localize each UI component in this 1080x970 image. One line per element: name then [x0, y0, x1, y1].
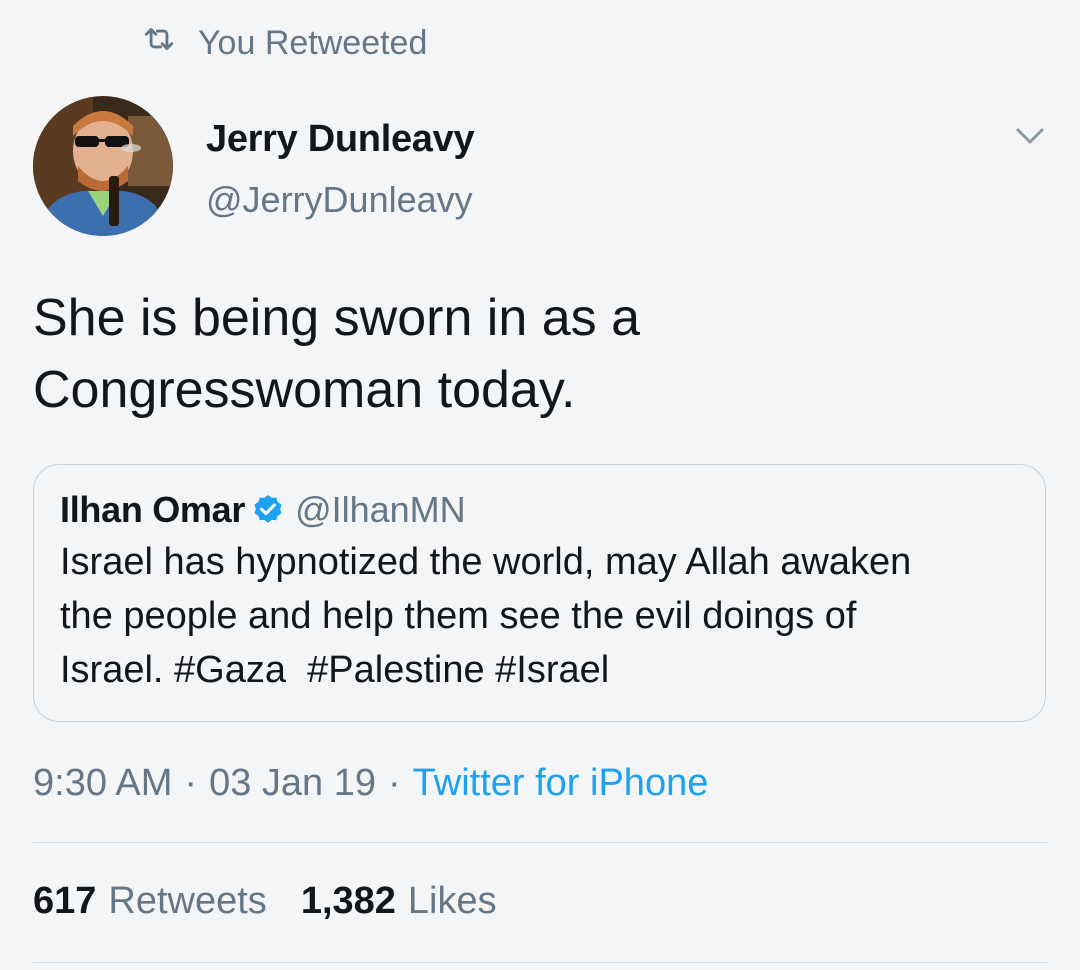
tweet-text: She is being sworn in as a Congresswoman… [33, 282, 1043, 426]
author-block[interactable]: Jerry Dunleavy @JerryDunleavy [206, 118, 475, 221]
avatar[interactable] [33, 96, 173, 236]
divider [33, 962, 1047, 963]
quoted-tweet-text: Israel has hypnotized the world, may All… [60, 535, 1019, 697]
tweet-text-line: She is being sworn in as a [33, 289, 641, 347]
divider [33, 842, 1047, 843]
hashtag-link[interactable]: #Israel [495, 649, 609, 691]
retweet-context-label: You Retweeted [198, 24, 428, 62]
likes-label: Likes [407, 880, 497, 922]
retweets-label: Retweets [108, 880, 267, 922]
quoted-text-line: Israel. #Gaza #Palestine #Israel [60, 643, 1019, 697]
quoted-author-handle: @IlhanMN [295, 489, 466, 530]
tweet-time: 9:30 AM [33, 762, 173, 804]
retweet-context: You Retweeted [140, 20, 427, 67]
quoted-tweet-header: Ilhan Omar @IlhanMN [60, 489, 1019, 531]
quoted-tweet[interactable]: Ilhan Omar @IlhanMN Israel has hypnotize… [33, 464, 1046, 722]
tweet-stats: 617 Retweets 1,382 Likes [33, 880, 497, 923]
meta-separator: · [184, 762, 198, 804]
retweets-stat[interactable]: 617 Retweets [33, 880, 267, 923]
hashtag-link[interactable]: #Gaza [174, 649, 286, 691]
quoted-text-line: Israel has hypnotized the world, may All… [60, 541, 912, 583]
likes-count: 1,382 [300, 880, 396, 922]
retweet-icon [140, 20, 178, 67]
tweet-meta: 9:30 AM · 03 Jan 19 · Twitter for iPhone [33, 762, 708, 805]
tweet-text-line: Congresswoman today. [33, 361, 576, 419]
quoted-author-name: Ilhan Omar [60, 489, 246, 530]
author-handle[interactable]: @JerryDunleavy [206, 179, 474, 221]
quoted-text-line: the people and help them see the evil do… [60, 595, 857, 637]
chevron-down-icon[interactable] [1010, 118, 1050, 154]
tweet-source-link[interactable]: Twitter for iPhone [413, 762, 709, 805]
likes-stat[interactable]: 1,382 Likes [301, 880, 497, 923]
tweet-date: 03 Jan 19 [209, 762, 376, 804]
meta-separator: · [388, 762, 401, 804]
author-name[interactable]: Jerry Dunleavy [206, 118, 475, 161]
retweets-count: 617 [33, 880, 97, 922]
quoted-text-prefix: Israel. [60, 649, 164, 691]
hashtag-link[interactable]: #Palestine [307, 649, 484, 691]
verified-badge-icon [254, 495, 282, 523]
